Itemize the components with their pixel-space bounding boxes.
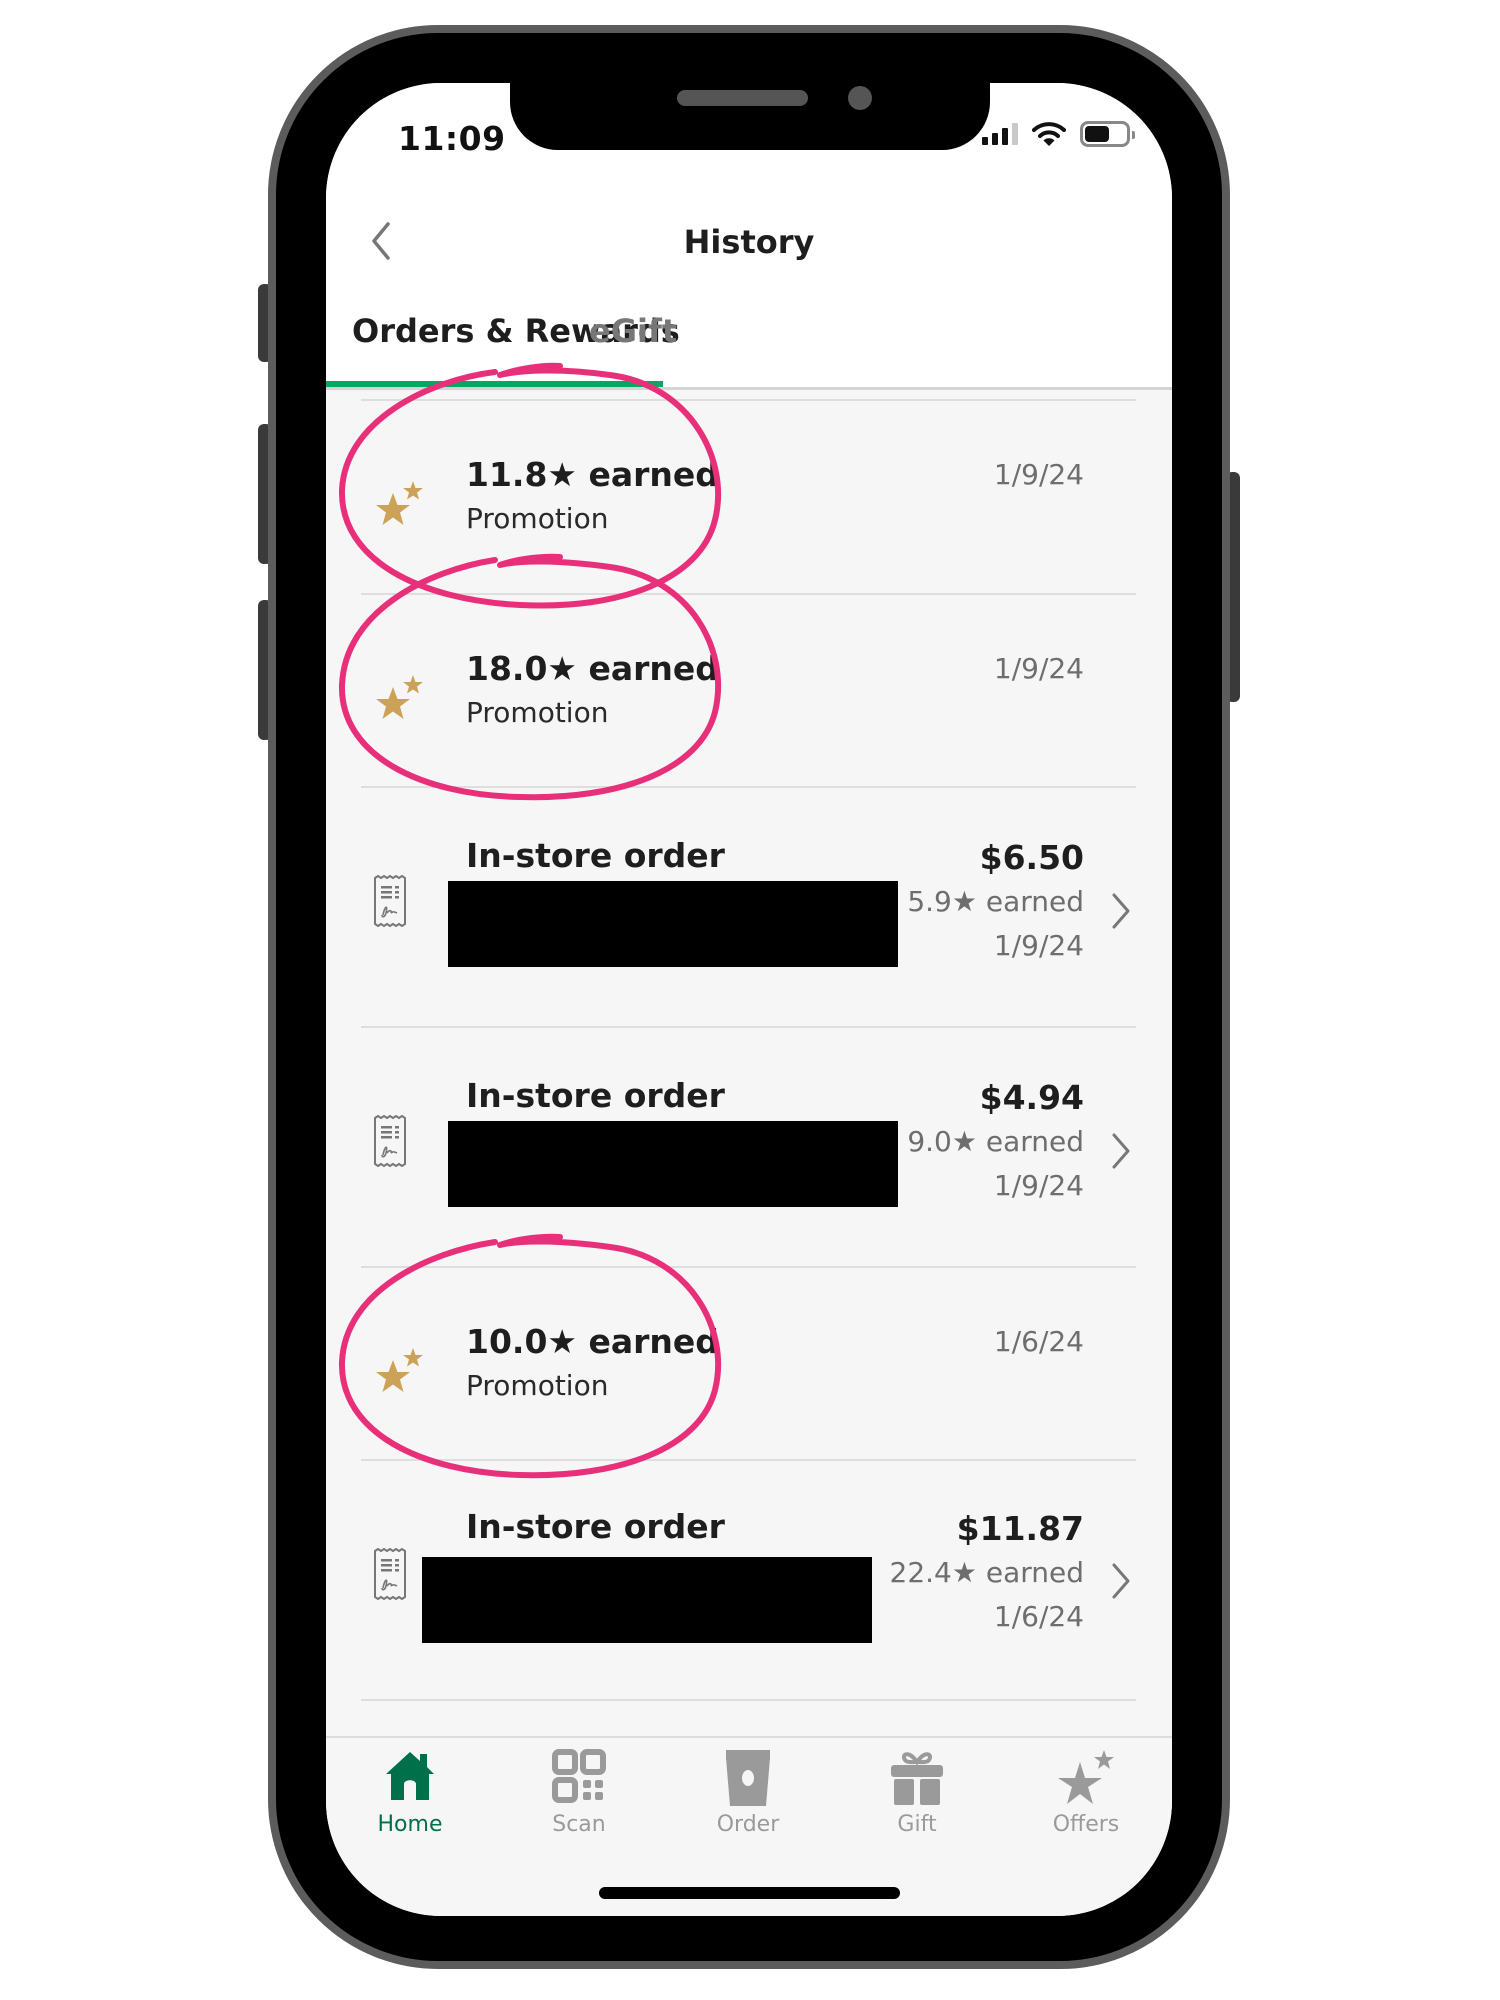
nav-label: Scan	[552, 1812, 606, 1837]
item-amount: $4.94	[979, 1078, 1084, 1117]
tab-egift[interactable]: eGift	[589, 312, 677, 350]
nav-label: Home	[377, 1812, 443, 1837]
nav-home[interactable]: Home	[345, 1748, 475, 1837]
wifi-icon	[1032, 122, 1066, 146]
chevron-right-icon[interactable]	[1106, 889, 1136, 933]
stars-icon	[376, 1348, 423, 1392]
signal-bar	[982, 137, 988, 145]
item-date: 1/9/24	[993, 652, 1084, 685]
nav-label: Order	[716, 1812, 780, 1837]
gift-icon	[891, 1752, 943, 1805]
item-subtitle: Promotion	[466, 1369, 609, 1402]
nav-scan[interactable]: Scan	[514, 1748, 644, 1837]
nav-gift[interactable]: Gift	[852, 1748, 982, 1837]
item-date: 1/9/24	[993, 929, 1084, 962]
item-date: 1/6/24	[993, 1600, 1084, 1633]
item-subtitle: Promotion	[466, 696, 609, 729]
item-date: 1/9/24	[993, 1169, 1084, 1202]
tab-divider	[326, 387, 1172, 390]
stars-icon	[376, 481, 423, 525]
active-tab-indicator	[326, 381, 663, 387]
offers-stars-icon	[1058, 1750, 1114, 1804]
item-stars: 9.0★ earned	[907, 1125, 1084, 1158]
redacted-details	[422, 1557, 872, 1643]
stars-icon	[376, 675, 423, 719]
signal-bar	[1012, 123, 1018, 145]
app-screen: 11:09 History Orders & Rewards eGift 11.…	[326, 83, 1172, 1916]
item-date: 1/9/24	[993, 458, 1084, 491]
item-stars: 5.9★ earned	[907, 885, 1084, 918]
item-amount: $6.50	[979, 838, 1084, 877]
receipt-icon	[374, 1115, 406, 1167]
list-item-order[interactable]: In-store order $6.50 5.9★ earned 1/9/24	[361, 786, 1136, 1026]
qr-code-icon	[552, 1749, 606, 1803]
battery-icon	[1080, 121, 1135, 147]
cup-icon	[726, 1750, 770, 1806]
list-item-order[interactable]: In-store order $4.94 9.0★ earned 1/9/24	[361, 1026, 1136, 1266]
item-amount: $11.87	[956, 1509, 1084, 1548]
battery-level	[1085, 126, 1109, 142]
signal-bar	[1002, 128, 1008, 145]
list-item: 18.0★ earned Promotion 1/9/24	[361, 593, 1136, 786]
nav-label: Gift	[897, 1812, 937, 1837]
chevron-right-icon[interactable]	[1106, 1559, 1136, 1603]
home-indicator[interactable]	[599, 1887, 900, 1899]
signal-bar	[992, 133, 998, 145]
item-title: In-store order	[466, 1076, 725, 1115]
home-icon	[386, 1752, 434, 1800]
list-item-order[interactable]: In-store order $11.87 22.4★ earned 1/6/2…	[361, 1459, 1136, 1699]
notch	[510, 83, 990, 150]
item-title: In-store order	[466, 1507, 725, 1546]
divider	[361, 1699, 1136, 1701]
nav-label: Offers	[1052, 1812, 1120, 1837]
status-time: 11:09	[398, 119, 506, 158]
list-item: 11.8★ earned Promotion 1/9/24	[361, 399, 1136, 593]
item-subtitle: Promotion	[466, 502, 609, 535]
nav-order[interactable]: Order	[683, 1748, 813, 1837]
item-title: In-store order	[466, 836, 725, 875]
item-summary: $4.94 9.0★ earned 1/9/24	[907, 1076, 1084, 1208]
list-item: 10.0★ earned Promotion 1/6/24	[361, 1266, 1136, 1459]
item-title: 11.8★ earned	[466, 455, 719, 494]
page-title: History	[683, 223, 815, 261]
status-icons	[982, 121, 1135, 147]
item-date: 1/6/24	[993, 1325, 1084, 1358]
redacted-details	[448, 1121, 898, 1207]
speaker	[677, 90, 808, 106]
receipt-icon	[374, 875, 406, 927]
chevron-right-icon[interactable]	[1106, 1129, 1136, 1173]
item-summary: $11.87 22.4★ earned 1/6/24	[890, 1507, 1085, 1639]
item-stars: 22.4★ earned	[889, 1556, 1085, 1589]
cellular-signal-icon	[982, 123, 1018, 145]
item-title: 18.0★ earned	[466, 649, 719, 688]
front-camera	[848, 86, 872, 110]
item-summary: $6.50 5.9★ earned 1/9/24	[907, 836, 1084, 968]
item-title: 10.0★ earned	[466, 1322, 719, 1361]
redacted-details	[448, 881, 898, 967]
receipt-icon	[374, 1548, 406, 1600]
nav-offers[interactable]: Offers	[1021, 1748, 1151, 1837]
